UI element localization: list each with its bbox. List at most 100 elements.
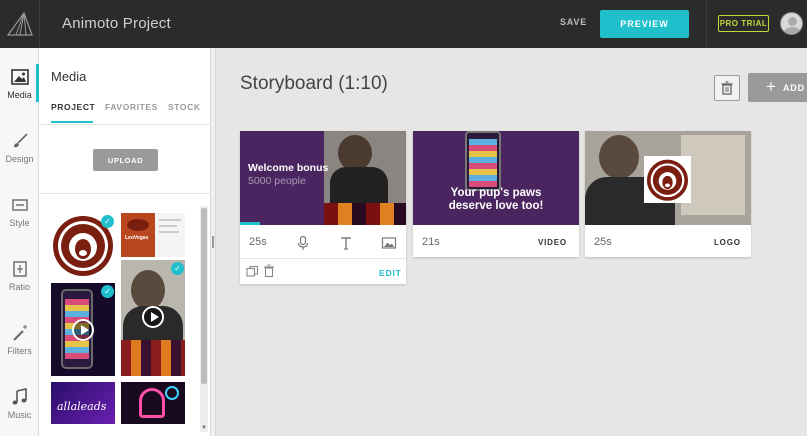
play-icon bbox=[142, 306, 164, 328]
thumb-logo-shape bbox=[127, 219, 149, 231]
rail-label: Media bbox=[7, 90, 32, 100]
left-rail: Media Design Style Ratio Filters Music bbox=[0, 48, 39, 436]
ratio-icon bbox=[12, 261, 27, 277]
storyboard-card-3[interactable]: 25s LOGO bbox=[585, 131, 751, 257]
panel-title: Media bbox=[51, 69, 87, 84]
avatar[interactable] bbox=[780, 12, 803, 35]
rail-item-music[interactable]: Music bbox=[0, 386, 39, 436]
panel-resize-handle[interactable] bbox=[211, 48, 216, 436]
rail-label: Style bbox=[9, 218, 30, 228]
slot-strip bbox=[324, 203, 406, 225]
rail-label: Filters bbox=[7, 346, 32, 356]
head-shape bbox=[338, 135, 372, 171]
media-thumb-allaleads[interactable]: allaleads bbox=[51, 382, 115, 424]
overlay-subtitle: 5000 people bbox=[248, 175, 306, 187]
head-shape bbox=[599, 135, 639, 179]
lion-logo-icon bbox=[646, 159, 689, 201]
rail-item-ratio[interactable]: Ratio bbox=[0, 258, 39, 314]
grip-icon bbox=[212, 236, 214, 248]
scrollbar-thumb[interactable] bbox=[201, 208, 207, 384]
media-thumb-leovegas[interactable]: LeoVegas bbox=[121, 213, 185, 257]
brush-icon bbox=[13, 133, 28, 148]
card-thumbnail[interactable]: Welcome bonus 5000 people bbox=[240, 131, 406, 225]
tab-stock[interactable]: STOCK bbox=[168, 102, 201, 112]
divider bbox=[39, 124, 211, 125]
rail-label: Ratio bbox=[8, 282, 30, 292]
magic-wand-icon bbox=[12, 325, 27, 341]
trash-icon bbox=[721, 81, 733, 95]
preview-button[interactable]: PREVIEW bbox=[600, 10, 689, 38]
image-icon bbox=[10, 69, 29, 85]
neon-shape bbox=[165, 386, 179, 400]
pro-trial-badge[interactable]: PRO TRIAL bbox=[718, 15, 769, 32]
media-thumb-lion-logo[interactable]: ✓ bbox=[51, 213, 115, 277]
tab-project[interactable]: PROJECT bbox=[51, 102, 95, 112]
thumb-text: allaleads bbox=[57, 400, 107, 413]
overlay-line: Your pup's paws bbox=[450, 187, 542, 199]
divider bbox=[39, 193, 211, 194]
selected-check-icon: ✓ bbox=[101, 285, 114, 298]
rail-label: Design bbox=[5, 154, 34, 164]
logo-box bbox=[644, 156, 691, 203]
overlay-text: Your pup's paws deserve love too! bbox=[413, 187, 579, 213]
tab-favorites[interactable]: FAVORITES bbox=[105, 102, 158, 112]
card-type-label: VIDEO bbox=[538, 238, 567, 247]
media-scrollbar[interactable]: ▼ bbox=[200, 206, 208, 432]
duplicate-icon[interactable] bbox=[246, 265, 259, 278]
edit-button[interactable]: EDIT bbox=[379, 268, 402, 278]
selection-progress bbox=[240, 222, 260, 225]
storyboard-card-2[interactable]: Your pup's paws deserve love too! 21s VI… bbox=[413, 131, 579, 257]
add-label: ADD bbox=[783, 83, 805, 93]
play-icon bbox=[72, 319, 94, 341]
rail-label: Music bbox=[7, 410, 32, 420]
body-shape bbox=[330, 167, 388, 203]
rail-item-filters[interactable]: Filters bbox=[0, 322, 39, 378]
thumb-text: LeoVegas bbox=[125, 235, 149, 241]
plus-icon: + bbox=[766, 77, 777, 96]
animoto-logo[interactable] bbox=[0, 0, 40, 48]
thumb-line bbox=[159, 219, 181, 221]
delete-button[interactable] bbox=[714, 75, 740, 101]
selected-check-icon: ✓ bbox=[101, 215, 114, 228]
save-button[interactable]: SAVE bbox=[560, 17, 587, 27]
trash-icon[interactable] bbox=[263, 264, 275, 278]
overlay-title: Welcome bonus bbox=[248, 162, 329, 174]
text-icon[interactable] bbox=[338, 235, 354, 251]
tab-active-indicator bbox=[51, 121, 93, 123]
storyboard-title: Storyboard (1:10) bbox=[240, 73, 388, 94]
card-duration[interactable]: 25s bbox=[249, 236, 267, 248]
slot-strip bbox=[121, 340, 185, 376]
rail-item-media[interactable]: Media bbox=[0, 66, 39, 122]
logo-icon bbox=[6, 11, 33, 36]
slot-reels bbox=[469, 139, 497, 187]
microphone-icon[interactable] bbox=[295, 235, 311, 251]
photo-area bbox=[324, 131, 406, 203]
scroll-down-icon[interactable]: ▼ bbox=[200, 424, 208, 432]
card-type-label: LOGO bbox=[714, 238, 741, 247]
rail-item-style[interactable]: Style bbox=[0, 194, 39, 250]
neon-shape bbox=[139, 388, 165, 418]
top-bar: Animoto Project SAVE PREVIEW PRO TRIAL bbox=[0, 0, 807, 48]
project-title[interactable]: Animoto Project bbox=[62, 15, 171, 32]
media-panel: Media PROJECT FAVORITES STOCK UPLOAD ✓ L… bbox=[39, 48, 211, 436]
card-thumbnail[interactable] bbox=[585, 131, 751, 225]
overlay-line: deserve love too! bbox=[448, 200, 544, 212]
card-thumbnail[interactable]: Your pup's paws deserve love too! bbox=[413, 131, 579, 225]
thumb-line bbox=[159, 225, 177, 227]
rail-item-design[interactable]: Design bbox=[0, 130, 39, 186]
media-thumb-phone-video[interactable]: ✓ bbox=[51, 283, 115, 376]
divider bbox=[706, 0, 707, 48]
divider bbox=[240, 258, 406, 259]
media-thumb-woman-video[interactable]: ✓ bbox=[121, 260, 185, 376]
upload-button[interactable]: UPLOAD bbox=[93, 149, 158, 171]
head-shape bbox=[131, 270, 165, 310]
image-icon[interactable] bbox=[381, 235, 397, 251]
storyboard-card-1[interactable]: Welcome bonus 5000 people 25s EDIT bbox=[240, 131, 406, 284]
card-duration[interactable]: 25s bbox=[594, 236, 612, 248]
media-thumb-neon[interactable] bbox=[121, 382, 185, 424]
selected-check-icon: ✓ bbox=[171, 262, 184, 275]
card-duration[interactable]: 21s bbox=[422, 236, 440, 248]
music-note-icon bbox=[12, 388, 27, 405]
style-icon bbox=[11, 199, 28, 211]
add-button[interactable]: + ADD bbox=[748, 73, 807, 102]
